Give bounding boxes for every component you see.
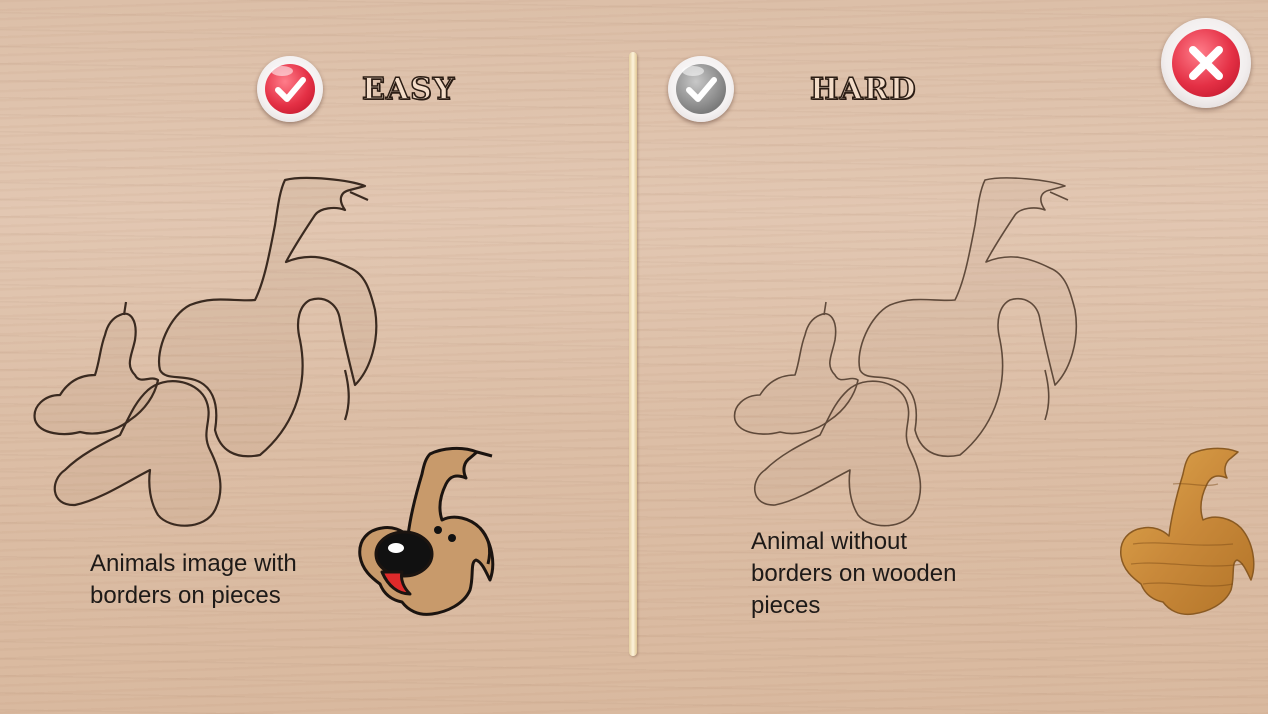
panel-divider	[629, 52, 637, 656]
easy-description: Animals image with borders on pieces	[90, 548, 297, 612]
hard-description-line-1: Animal without	[751, 528, 908, 555]
hard-select-button[interactable]	[668, 56, 734, 122]
easy-mode-panel[interactable]: EASY Animals image with borders on piece…	[0, 0, 629, 714]
easy-mode-label: EASY	[361, 71, 456, 108]
dog-puzzle-outline	[33, 176, 378, 527]
close-button[interactable]	[1161, 18, 1251, 108]
hard-mode-label: HARD	[809, 71, 917, 108]
checkmark-icon	[686, 77, 717, 102]
close-icon	[1189, 46, 1223, 80]
hard-description-line-3: pieces	[751, 592, 821, 619]
hard-description-line-2: borders on wooden	[751, 560, 957, 587]
easy-description-line-2: borders on pieces	[90, 582, 281, 609]
dog-puzzle-outline	[733, 177, 1078, 527]
cartoon-dog-icon	[358, 446, 495, 616]
easy-description-line-1: Animals image with	[90, 550, 297, 577]
easy-select-button[interactable]	[257, 56, 323, 122]
wooden-dog-piece-icon	[1120, 447, 1255, 616]
checkmark-icon	[275, 77, 306, 102]
hard-description: Animal without borders on wooden pieces	[751, 526, 956, 622]
